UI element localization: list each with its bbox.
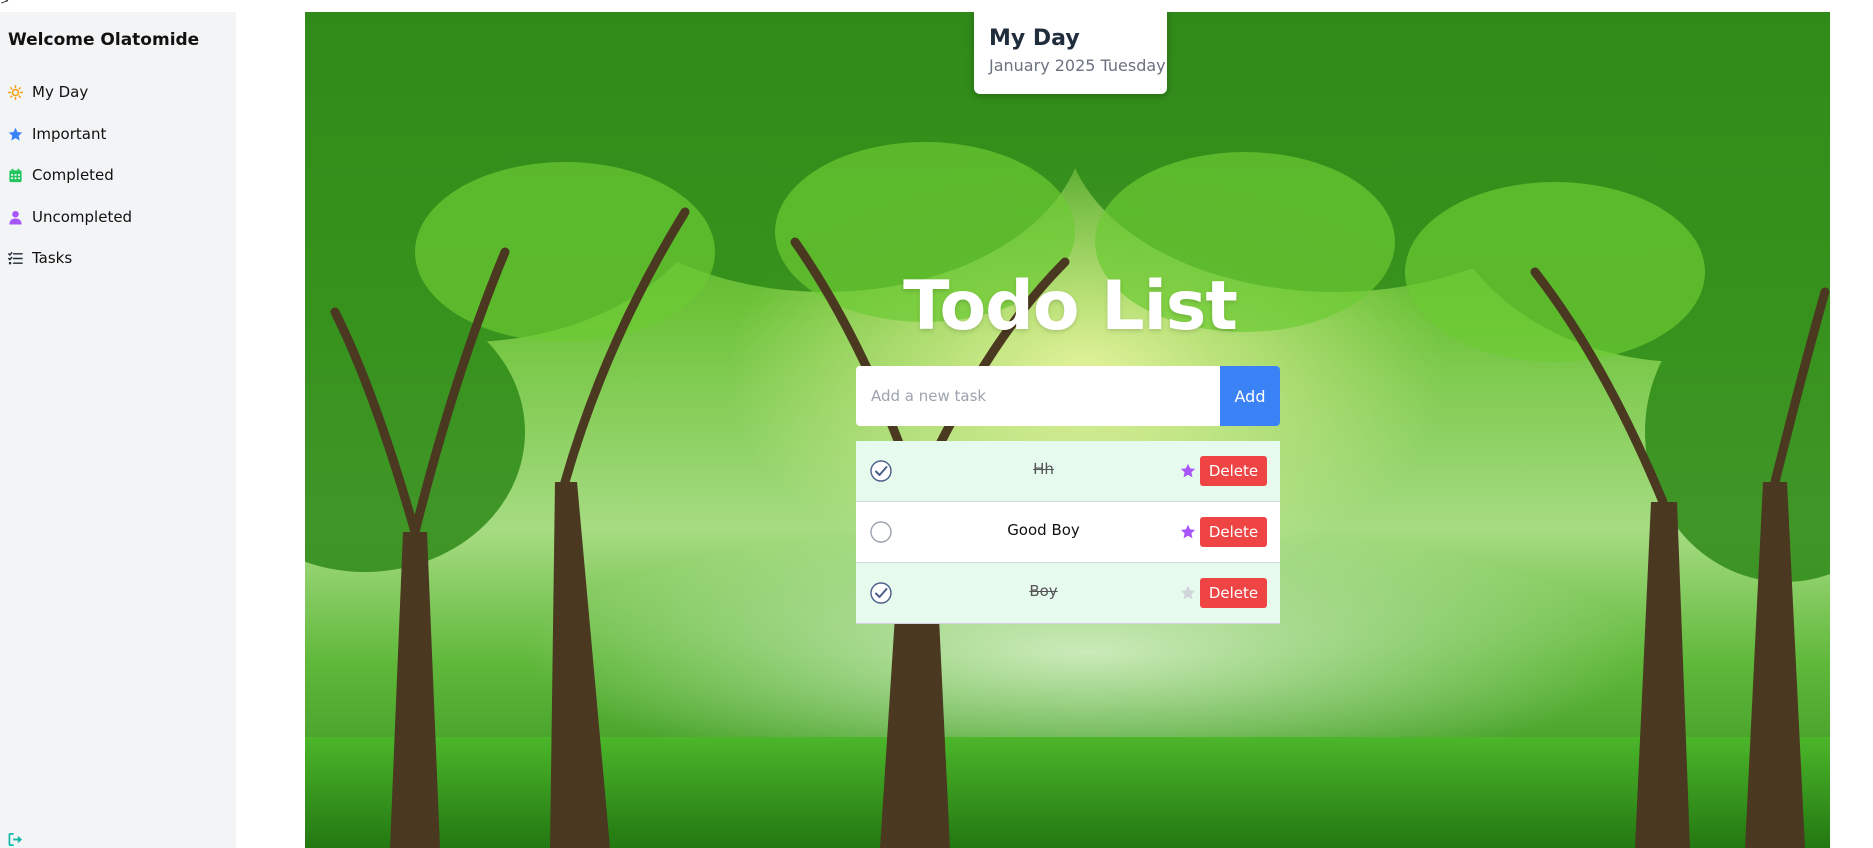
sidebar-item-uncompleted[interactable]: Uncompleted	[8, 205, 132, 229]
sidebar-item-my-day[interactable]: My Day	[8, 80, 88, 104]
main-panel: My Day January 2025 Tuesday Todo List Ad…	[305, 12, 1830, 848]
completed-check-icon[interactable]	[870, 582, 892, 604]
sidebar-item-tasks[interactable]: Tasks	[8, 246, 72, 270]
sidebar-item-label: Uncompleted	[32, 208, 133, 226]
todo-list-title: Todo List	[903, 267, 1238, 346]
sidebar-item-label: Important	[32, 125, 107, 143]
task-row: Boy Delete	[856, 563, 1280, 624]
sidebar: Welcome Olatomide My Day Important Compl…	[0, 12, 236, 848]
add-task-button[interactable]: Add	[1220, 366, 1280, 426]
calendar-icon	[9, 168, 22, 182]
important-star-icon[interactable]	[1180, 463, 1196, 479]
new-task-input[interactable]	[856, 366, 1220, 426]
not-important-star-icon[interactable]	[1180, 585, 1196, 601]
task-row: Hh Delete	[856, 441, 1280, 502]
current-date: January 2025 Tuesday	[989, 56, 1166, 75]
stray-glyph: >	[0, 0, 10, 7]
delete-task-button[interactable]: Delete	[1200, 456, 1267, 486]
sidebar-item-label: Completed	[32, 166, 114, 184]
delete-task-button[interactable]: Delete	[1200, 517, 1267, 547]
sidebar-item-completed[interactable]: Completed	[8, 163, 114, 187]
list-icon	[8, 251, 23, 264]
user-icon	[9, 210, 22, 225]
sun-icon	[8, 84, 23, 100]
sidebar-item-label: Tasks	[32, 249, 73, 267]
task-text: Boy	[1029, 582, 1058, 600]
important-star-icon[interactable]	[1180, 524, 1196, 540]
forest-background-image	[305, 12, 1830, 848]
star-icon	[8, 127, 23, 140]
sidebar-item-label: My Day	[32, 83, 89, 101]
my-day-card: My Day January 2025 Tuesday	[974, 12, 1167, 94]
task-text: Good Boy	[1007, 521, 1080, 539]
logout-icon[interactable]	[8, 832, 23, 847]
my-day-title: My Day	[989, 26, 1080, 51]
task-text: Hh	[1033, 460, 1054, 478]
delete-task-button[interactable]: Delete	[1200, 578, 1267, 608]
unchecked-circle-icon[interactable]	[870, 521, 892, 543]
completed-check-icon[interactable]	[870, 460, 892, 482]
sidebar-item-important[interactable]: Important	[8, 122, 106, 146]
task-row: Good Boy Delete	[856, 502, 1280, 563]
welcome-heading: Welcome Olatomide	[8, 30, 200, 50]
